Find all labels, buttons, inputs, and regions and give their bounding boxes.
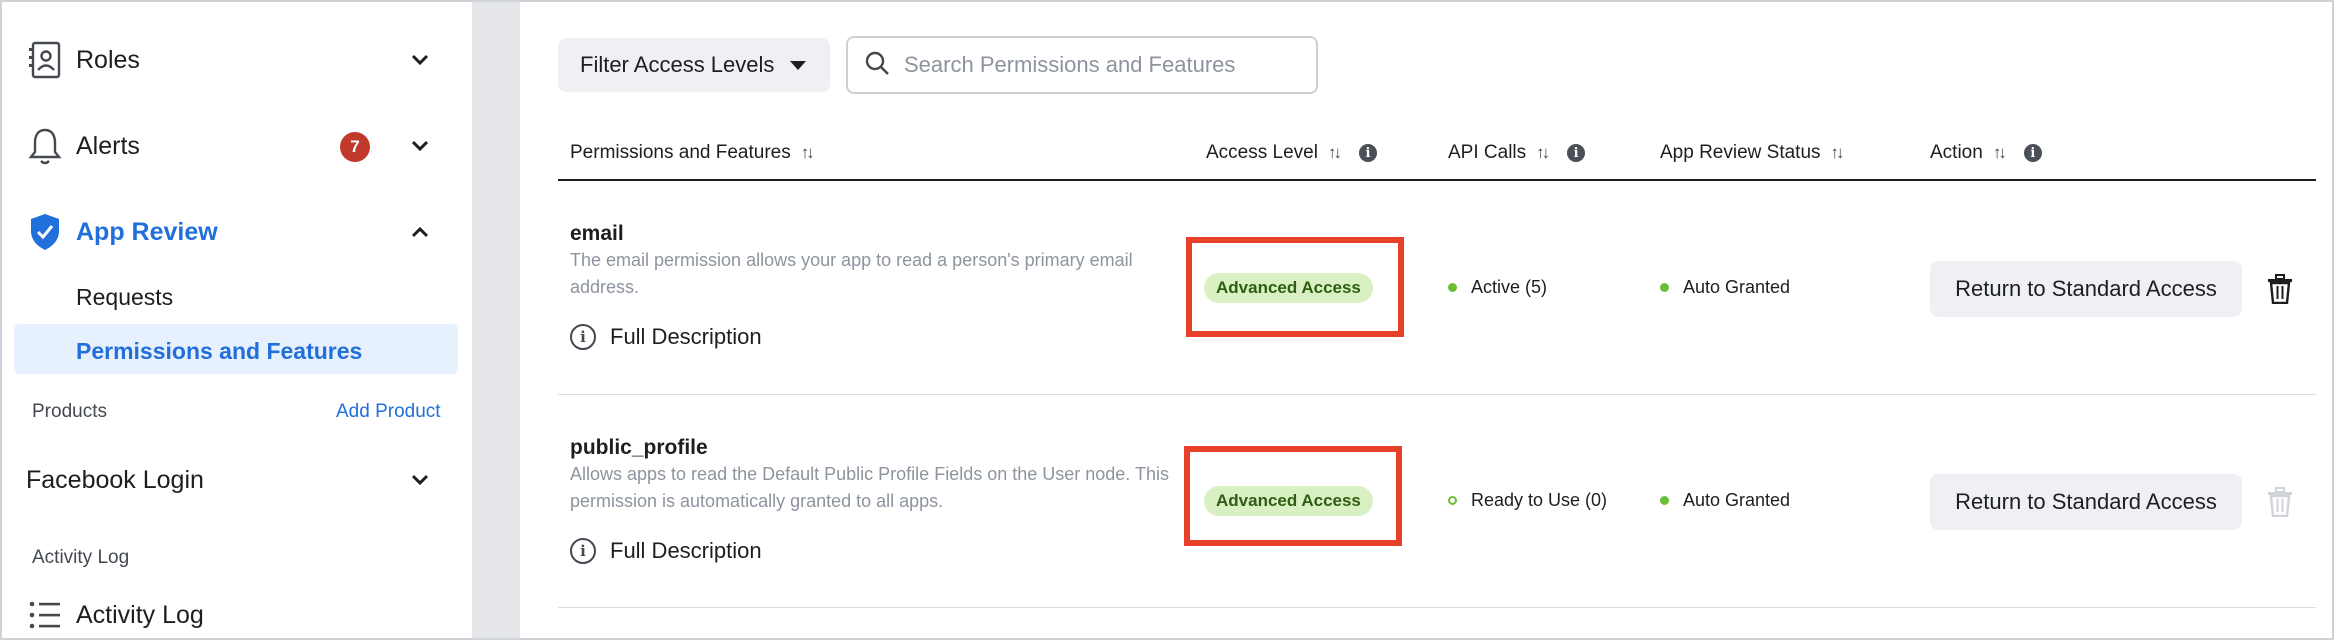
return-to-standard-access-button[interactable]: Return to Standard Access — [1930, 261, 2242, 317]
search-box[interactable] — [846, 36, 1318, 94]
add-product-link[interactable]: Add Product — [336, 401, 441, 423]
sidebar-item-label: App Review — [76, 217, 218, 246]
filter-label: Filter Access Levels — [580, 52, 775, 77]
sidebar-item-label: Permissions and Features — [76, 338, 363, 364]
chevron-up-icon[interactable] — [404, 216, 436, 248]
column-header-permissions[interactable]: Permissions and Features ↑↓ — [570, 138, 815, 168]
column-header-review-status[interactable]: App Review Status ↑↓ — [1660, 138, 1845, 168]
column-header-access-level[interactable]: Access Level ↑↓ i — [1206, 138, 1377, 168]
access-level-pill: Advanced Access — [1204, 273, 1373, 303]
bell-icon — [26, 124, 64, 168]
full-description-link[interactable]: i Full Description — [570, 538, 762, 564]
app-window: Roles Alerts 7 App Review Requests Permi… — [0, 0, 2334, 640]
sidebar-item-label: Activity Log — [76, 600, 204, 629]
full-description-link[interactable]: i Full Description — [570, 324, 762, 350]
api-calls-status: Ready to Use (0) — [1448, 490, 1607, 511]
permission-name: public_profile — [570, 436, 708, 459]
api-calls-status: Active (5) — [1448, 277, 1547, 298]
full-description-label: Full Description — [610, 324, 762, 349]
permission-name: email — [570, 222, 624, 245]
sidebar-item-label: Roles — [76, 45, 140, 74]
id-badge-icon — [26, 38, 64, 82]
review-status-label: Auto Granted — [1683, 490, 1791, 510]
trash-icon[interactable] — [2265, 485, 2295, 519]
api-calls-label: Ready to Use (0) — [1471, 490, 1608, 510]
status-dot-icon — [1448, 496, 1457, 505]
sidebar-divider — [472, 2, 520, 638]
chevron-down-icon[interactable] — [404, 44, 436, 76]
sidebar-item-requests[interactable]: Requests — [76, 284, 173, 311]
trash-icon[interactable] — [2265, 272, 2295, 306]
table-header-divider — [558, 179, 2316, 181]
row-divider — [558, 394, 2316, 395]
sort-icon[interactable]: ↑↓ — [1536, 143, 1550, 163]
permission-description: The email permission allows your app to … — [570, 250, 1133, 297]
permission-description: Allows apps to read the Default Public P… — [570, 464, 1169, 511]
status-dot-icon — [1660, 496, 1669, 505]
sidebar-item-alerts[interactable]: Alerts 7 — [26, 118, 436, 174]
sort-icon[interactable]: ↑↓ — [1831, 143, 1845, 163]
sidebar-item-label: Alerts — [76, 131, 140, 160]
api-calls-label: Active (5) — [1471, 277, 1548, 297]
products-section-label: Products — [32, 401, 107, 422]
column-header-action[interactable]: Action ↑↓ i — [1930, 138, 2042, 168]
sidebar-item-facebook-login[interactable]: Facebook Login — [26, 452, 436, 508]
status-dot-icon — [1448, 283, 1457, 292]
chevron-down-icon[interactable] — [404, 130, 436, 162]
sort-icon[interactable]: ↑↓ — [1993, 143, 2007, 163]
info-circle-icon: i — [570, 538, 596, 564]
column-header-label: API Calls — [1448, 142, 1527, 163]
activity-log-section-label: Activity Log — [32, 547, 130, 568]
access-level-pill: Advanced Access — [1204, 486, 1373, 516]
alerts-count-badge: 7 — [340, 132, 370, 162]
row-divider — [558, 607, 2316, 608]
review-status-label: Auto Granted — [1683, 277, 1791, 297]
info-icon[interactable]: i — [2023, 144, 2042, 162]
sort-icon[interactable]: ↑↓ — [801, 143, 815, 163]
sidebar-item-label: Facebook Login — [26, 465, 204, 494]
status-dot-icon — [1660, 283, 1669, 292]
sidebar: Roles Alerts 7 App Review Requests Permi… — [2, 2, 472, 638]
review-status: Auto Granted — [1660, 277, 1790, 298]
list-icon — [26, 593, 64, 637]
column-header-label: Action — [1930, 142, 1983, 163]
review-status: Auto Granted — [1660, 490, 1790, 511]
search-icon — [864, 50, 890, 81]
info-circle-icon: i — [570, 324, 596, 350]
column-header-label: Permissions and Features — [570, 142, 791, 163]
info-icon[interactable]: i — [1358, 144, 1377, 162]
chevron-down-icon[interactable] — [404, 464, 436, 496]
search-input[interactable] — [904, 52, 1304, 78]
sort-icon[interactable]: ↑↓ — [1328, 143, 1342, 163]
full-description-label: Full Description — [610, 538, 762, 563]
return-to-standard-access-button[interactable]: Return to Standard Access — [1930, 474, 2242, 530]
filter-access-levels-button[interactable]: Filter Access Levels — [558, 38, 830, 92]
sidebar-item-roles[interactable]: Roles — [26, 32, 436, 88]
sidebar-item-app-review[interactable]: App Review — [26, 204, 436, 260]
shield-check-icon — [26, 210, 64, 254]
sidebar-item-activity-log[interactable]: Activity Log — [26, 587, 436, 638]
column-header-label: Access Level — [1206, 142, 1318, 163]
column-header-api-calls[interactable]: API Calls ↑↓ i — [1448, 138, 1586, 168]
main-content: Filter Access Levels Permissions and Fea… — [520, 2, 2332, 638]
column-header-label: App Review Status — [1660, 142, 1821, 163]
caret-down-icon — [790, 60, 807, 70]
info-icon[interactable]: i — [1567, 144, 1586, 162]
